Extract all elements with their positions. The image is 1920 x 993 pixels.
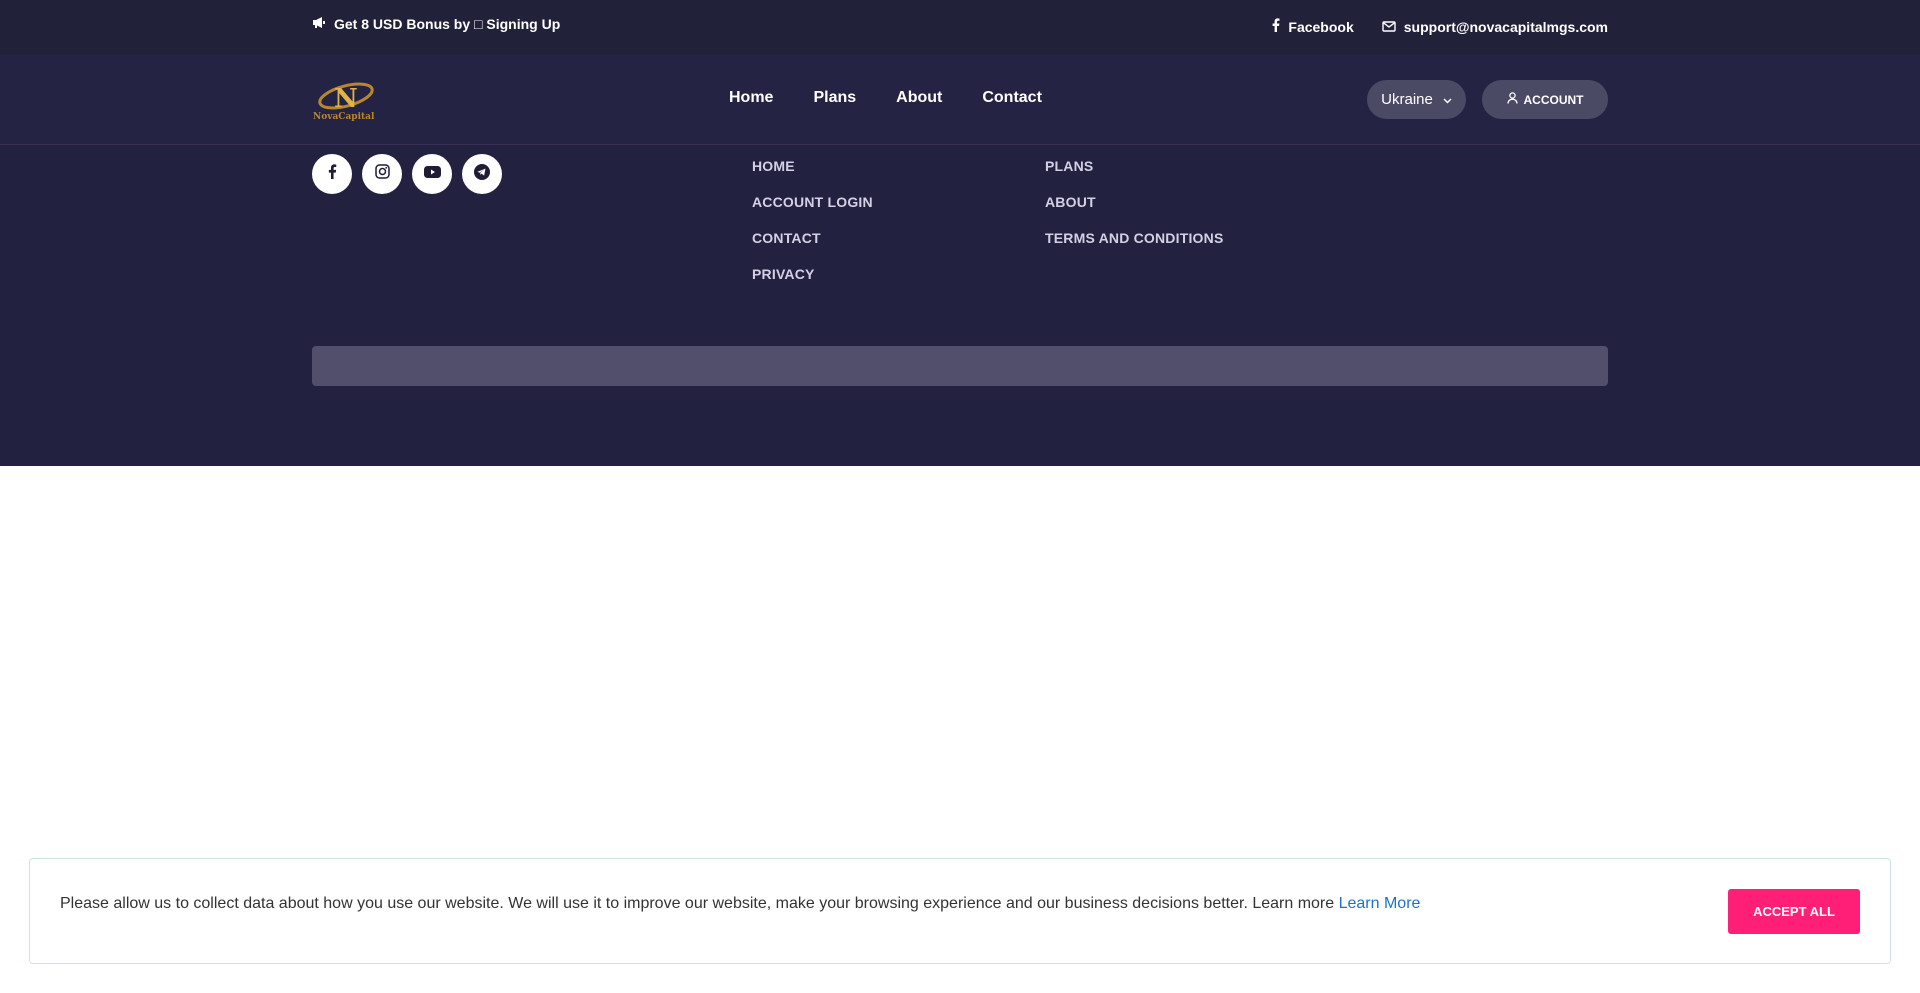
telegram-icon (474, 163, 490, 185)
footer-links-col-2: PLANS ABOUT TERMS AND CONDITIONS (1045, 159, 1223, 246)
chevron-down-icon (1443, 91, 1452, 108)
svg-text:N: N (334, 84, 358, 114)
footer-link-plans[interactable]: PLANS (1045, 159, 1223, 174)
cookie-message: Please allow us to collect data about ho… (60, 895, 1420, 913)
nav-contact[interactable]: Contact (982, 89, 1042, 107)
footer-link-privacy[interactable]: PRIVACY (752, 267, 873, 282)
email-text: support@novacapitalmgs.com (1403, 18, 1608, 35)
facebook-link[interactable]: Facebook (1272, 18, 1354, 35)
telegram-social-button[interactable] (462, 154, 502, 194)
youtube-social-button[interactable] (412, 154, 452, 194)
logo[interactable]: N NovaCapital (312, 77, 382, 122)
email-link[interactable]: support@novacapitalmgs.com (1382, 19, 1608, 35)
instagram-social-button[interactable] (362, 154, 402, 194)
footer: HOME ACCOUNT LOGIN CONTACT PRIVACY PLANS… (0, 145, 1920, 466)
main-header: N NovaCapital Home Plans About Contact U… (0, 55, 1920, 145)
accept-all-button[interactable]: ACCEPT ALL (1728, 889, 1860, 934)
promo-text: Get 8 USD Bonus by □ Signing Up (334, 16, 561, 32)
instagram-icon (374, 164, 390, 184)
nav-about[interactable]: About (896, 89, 942, 107)
copyright-bar (312, 346, 1608, 386)
footer-link-about[interactable]: ABOUT (1045, 195, 1223, 210)
learn-more-link[interactable]: Learn More (1339, 895, 1421, 912)
footer-link-terms[interactable]: TERMS AND CONDITIONS (1045, 231, 1223, 246)
footer-link-home[interactable]: HOME (752, 159, 873, 174)
footer-links-col-1: HOME ACCOUNT LOGIN CONTACT PRIVACY (752, 159, 873, 282)
footer-link-account-login[interactable]: ACCOUNT LOGIN (752, 195, 873, 210)
cookie-banner: Please allow us to collect data about ho… (29, 858, 1891, 964)
facebook-label: Facebook (1288, 18, 1354, 35)
nav-home[interactable]: Home (729, 89, 773, 107)
facebook-icon (1272, 18, 1280, 35)
facebook-icon (328, 164, 337, 184)
account-label: ACCOUNT (1523, 92, 1584, 107)
user-icon (1506, 92, 1518, 107)
promo-banner[interactable]: Get 8 USD Bonus by □ Signing Up (312, 16, 560, 32)
nav-plans[interactable]: Plans (813, 89, 856, 107)
account-button[interactable]: ACCOUNT (1482, 80, 1608, 119)
facebook-social-button[interactable] (312, 154, 352, 194)
main-nav: Home Plans About Contact (729, 89, 1042, 107)
mail-icon (1382, 19, 1396, 35)
top-bar: Get 8 USD Bonus by □ Signing Up Facebook… (0, 0, 1920, 55)
country-select[interactable]: Ukraine (1367, 80, 1466, 119)
social-links (312, 154, 502, 194)
country-selected: Ukraine (1381, 91, 1433, 108)
footer-link-contact[interactable]: CONTACT (752, 231, 873, 246)
cookie-message-text: Please allow us to collect data about ho… (60, 895, 1339, 912)
megaphone-icon (312, 16, 326, 32)
svg-text:NovaCapital: NovaCapital (313, 112, 375, 121)
youtube-icon (423, 165, 441, 183)
